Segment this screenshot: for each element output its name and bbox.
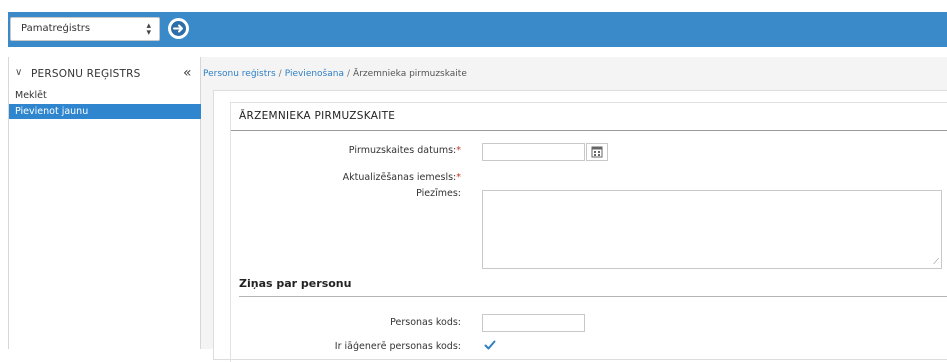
personal-code-label: Personas kods: — [261, 317, 461, 328]
personal-code-input[interactable] — [482, 314, 585, 332]
breadcrumb-current: Ārzemnieka pirmuzskaite — [353, 69, 467, 79]
sidebar-item-add-new[interactable]: Pievienot jaunu — [9, 104, 201, 119]
form-title: ĀRZEMNIEKA PIRMUZSKAITE — [239, 110, 395, 122]
sidebar-item-label: Pievienot jaunu — [15, 106, 88, 117]
generated-code-label-text: Ir iāģenerē personas kods: — [335, 341, 461, 352]
collapse-sidebar-icon[interactable]: « — [183, 65, 192, 81]
calendar-button[interactable] — [586, 143, 608, 161]
register-select[interactable]: Pamatreģistrs ▴▾ — [10, 17, 160, 41]
reason-label-text: Aktualizēšanas iemesls: — [343, 172, 457, 183]
chevron-down-icon: ∨ — [15, 67, 22, 78]
form-card: ĀRZEMNIEKA PIRMUZSKAITE Pirmuzskaites da… — [213, 90, 947, 360]
top-bar-banner — [200, 12, 947, 47]
generated-code-label: Ir iāģenerē personas kods: — [261, 341, 461, 352]
personal-code-label-text: Personas kods: — [390, 317, 461, 328]
sidebar-header[interactable]: ∨ PERSONU REĢISTRS « — [9, 66, 201, 84]
arrow-right-circle-icon — [168, 18, 189, 39]
breadcrumb-link-registry[interactable]: Personu reģistrs — [203, 69, 276, 79]
breadcrumb: Personu reģistrs/Pievienošana/Ārzemnieka… — [203, 69, 467, 79]
top-bar: Pamatreģistrs ▴▾ — [0, 0, 947, 57]
date-label: Pirmuzskaites datums:* — [261, 145, 461, 156]
sidebar: ∨ PERSONU REĢISTRS « Meklēt Pievienot ja… — [8, 57, 201, 349]
sidebar-item-search[interactable]: Meklēt — [9, 88, 201, 103]
notes-label-text: Piezīmes: — [416, 188, 461, 199]
breadcrumb-separator: / — [344, 69, 353, 79]
notes-label: Piezīmes: — [261, 188, 461, 199]
breadcrumb-separator: / — [276, 69, 285, 79]
main-content: Personu reģistrs/Pievienošana/Ārzemnieka… — [201, 57, 947, 349]
form-panel: ĀRZEMNIEKA PIRMUZSKAITE Pirmuzskaites da… — [230, 102, 947, 362]
form-title-divider — [231, 130, 947, 131]
sidebar-item-label: Meklēt — [15, 90, 47, 101]
reason-label: Aktualizēšanas iemesls:* — [261, 172, 461, 183]
sidebar-title: PERSONU REĢISTRS — [31, 68, 140, 80]
select-arrows-icon: ▴▾ — [146, 23, 151, 37]
date-input[interactable] — [482, 143, 585, 161]
calendar-icon — [587, 144, 607, 160]
register-select-value: Pamatreģistrs — [21, 23, 90, 34]
required-marker: * — [456, 145, 461, 156]
required-marker: * — [456, 172, 461, 183]
generated-code-checkbox[interactable] — [484, 339, 496, 351]
notes-textarea[interactable]: ⟋ — [482, 190, 942, 269]
date-label-text: Pirmuzskaites datums: — [349, 145, 456, 156]
breadcrumb-link-add[interactable]: Pievienošana — [285, 69, 344, 79]
person-section-divider — [239, 296, 947, 297]
resize-handle-icon[interactable]: ⟋ — [933, 258, 939, 266]
go-button[interactable] — [168, 18, 189, 39]
checkmark-icon — [484, 339, 496, 351]
person-section-title: Ziņas par personu — [239, 277, 351, 290]
